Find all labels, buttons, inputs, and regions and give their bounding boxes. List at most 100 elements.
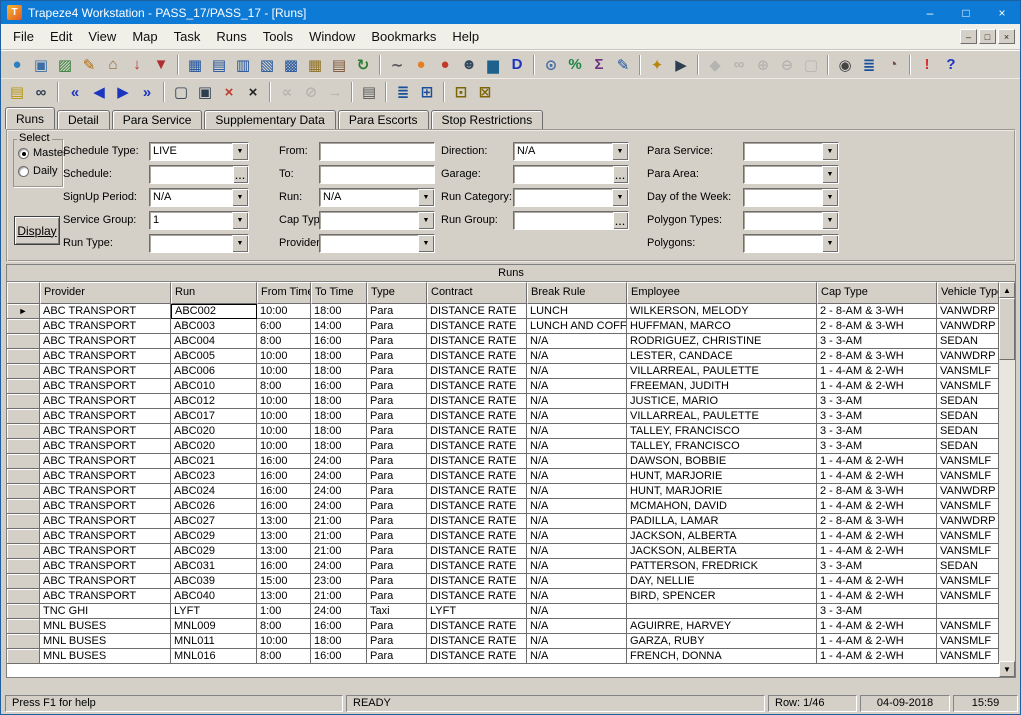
cell-vehicle-type[interactable]: VANSMLF [937, 589, 999, 604]
cell-from-time[interactable]: 10:00 [257, 304, 311, 319]
cell-type[interactable]: Para [367, 589, 427, 604]
cell-cap-type[interactable]: 1 - 4-AM & 2-WH [817, 544, 937, 559]
bookings-grid-icon[interactable]: ▤ [207, 53, 231, 76]
cell-contract[interactable]: DISTANCE RATE [427, 574, 527, 589]
row-selector[interactable] [7, 634, 40, 649]
grid-edit-icon[interactable]: ✎ [611, 53, 635, 76]
cell-employee[interactable]: HUNT, MARJORIE [627, 469, 817, 484]
cell-run[interactable]: ABC020 [171, 424, 257, 439]
data-d-icon[interactable]: D [505, 53, 529, 76]
clients-grid-icon[interactable]: ▥ [231, 53, 255, 76]
cell-employee[interactable]: RODRIGUEZ, CHRISTINE [627, 334, 817, 349]
help-icon[interactable]: ? [939, 53, 963, 76]
day-of-the-week-dropdown-arrow-icon[interactable]: ▼ [822, 189, 838, 206]
cell-run[interactable]: ABC006 [171, 364, 257, 379]
cell-run[interactable]: ABC005 [171, 349, 257, 364]
scroll-up-icon[interactable]: ▲ [999, 282, 1015, 298]
cell-contract[interactable]: DISTANCE RATE [427, 439, 527, 454]
row-selector[interactable] [7, 424, 40, 439]
menu-view[interactable]: View [80, 29, 124, 44]
from-field[interactable] [319, 142, 435, 161]
cell-provider[interactable]: MNL BUSES [40, 619, 171, 634]
cell-to-time[interactable]: 24:00 [311, 604, 367, 619]
cell-vehicle-type[interactable]: SEDAN [937, 439, 999, 454]
cell-cap-type[interactable]: 3 - 3-AM [817, 394, 937, 409]
mdi-restore-button[interactable]: □ [979, 29, 996, 44]
chart-icon[interactable]: ▆ [481, 53, 505, 76]
cell-to-time[interactable]: 24:00 [311, 454, 367, 469]
para-service-value[interactable] [744, 143, 822, 160]
cell-to-time[interactable]: 16:00 [311, 619, 367, 634]
marker-icon[interactable]: ▼ [149, 53, 173, 76]
column-header-vehicle-type[interactable]: Vehicle Type [937, 282, 999, 304]
cell-run[interactable]: ABC020 [171, 439, 257, 454]
cancel-edit-icon[interactable]: × [241, 81, 265, 104]
day-of-the-week-combobox[interactable]: ▼ [743, 188, 839, 207]
cell-cap-type[interactable]: 1 - 4-AM & 2-WH [817, 634, 937, 649]
next-record-icon[interactable]: ▶ [111, 81, 135, 104]
cell-vehicle-type[interactable]: VANSMLF [937, 544, 999, 559]
run-type-value[interactable] [150, 235, 232, 252]
cell-vehicle-type[interactable]: VANSMLF [937, 529, 999, 544]
cell-type[interactable]: Para [367, 454, 427, 469]
cell-provider[interactable]: ABC TRANSPORT [40, 454, 171, 469]
cell-run[interactable]: ABC029 [171, 544, 257, 559]
cell-run[interactable]: ABC029 [171, 529, 257, 544]
cell-vehicle-type[interactable]: SEDAN [937, 424, 999, 439]
radio-indicator-master[interactable] [18, 148, 29, 159]
run-category-value[interactable] [514, 189, 612, 206]
provider-combobox[interactable]: ▼ [319, 234, 435, 253]
cell-employee[interactable]: VILLARREAL, PAULETTE [627, 409, 817, 424]
cell-contract[interactable]: DISTANCE RATE [427, 394, 527, 409]
cell-to-time[interactable]: 21:00 [311, 589, 367, 604]
row-selector[interactable] [7, 319, 40, 334]
cell-employee[interactable]: FREEMAN, JUDITH [627, 379, 817, 394]
cell-type[interactable]: Para [367, 379, 427, 394]
polygon-types-dropdown-arrow-icon[interactable]: ▼ [822, 212, 838, 229]
maximize-button[interactable]: □ [948, 1, 984, 24]
cell-provider[interactable]: ABC TRANSPORT [40, 304, 171, 319]
mdi-close-button[interactable]: × [998, 29, 1015, 44]
schedule-type-value[interactable]: LIVE [150, 143, 232, 160]
cell-contract[interactable]: DISTANCE RATE [427, 364, 527, 379]
cell-from-time[interactable]: 15:00 [257, 574, 311, 589]
cell-employee[interactable]: FRENCH, DONNA [627, 649, 817, 664]
row-selector[interactable] [7, 649, 40, 664]
cell-employee[interactable]: PADILLA, LAMAR [627, 514, 817, 529]
tab-para-service[interactable]: Para Service [112, 110, 203, 129]
cell-provider[interactable]: ABC TRANSPORT [40, 544, 171, 559]
cell-contract[interactable]: DISTANCE RATE [427, 424, 527, 439]
cell-break-rule[interactable]: N/A [527, 589, 627, 604]
runs-grid-icon[interactable]: ▦ [183, 53, 207, 76]
cell-vehicle-type[interactable]: VANWDRP [937, 304, 999, 319]
cell-contract[interactable]: DISTANCE RATE [427, 349, 527, 364]
tab-supplementary-data[interactable]: Supplementary Data [204, 110, 335, 129]
row-selector-header[interactable] [7, 282, 40, 304]
service-group-dropdown-arrow-icon[interactable]: ▼ [232, 212, 248, 229]
cell-cap-type[interactable]: 2 - 8-AM & 3-WH [817, 304, 937, 319]
cell-from-time[interactable]: 10:00 [257, 424, 311, 439]
para-service-dropdown-arrow-icon[interactable]: ▼ [822, 143, 838, 160]
find-icon[interactable]: ∞ [29, 81, 53, 104]
employees-icon[interactable]: ☻ [457, 53, 481, 76]
cell-to-time[interactable]: 24:00 [311, 484, 367, 499]
scroll-thumb[interactable] [999, 298, 1015, 360]
cell-provider[interactable]: ABC TRANSPORT [40, 364, 171, 379]
cell-contract[interactable]: DISTANCE RATE [427, 559, 527, 574]
last-record-icon[interactable]: » [135, 81, 159, 104]
cell-vehicle-type[interactable]: VANWDRP [937, 319, 999, 334]
signup-period-dropdown-arrow-icon[interactable]: ▼ [232, 189, 248, 206]
radio-indicator-daily[interactable] [18, 166, 29, 177]
radio-daily[interactable]: Daily [18, 165, 57, 177]
row-selector[interactable] [7, 499, 40, 514]
cell-to-time[interactable]: 18:00 [311, 349, 367, 364]
cell-provider[interactable]: ABC TRANSPORT [40, 424, 171, 439]
copy-grid-icon[interactable]: ⊞ [415, 81, 439, 104]
print-icon[interactable]: ▤ [357, 81, 381, 104]
row-selector[interactable] [7, 559, 40, 574]
tab-runs[interactable]: Runs [5, 107, 55, 129]
cell-type[interactable]: Para [367, 364, 427, 379]
display-button[interactable]: Display [14, 216, 60, 245]
save-record-icon[interactable]: ▣ [193, 81, 217, 104]
cell-type[interactable]: Para [367, 529, 427, 544]
